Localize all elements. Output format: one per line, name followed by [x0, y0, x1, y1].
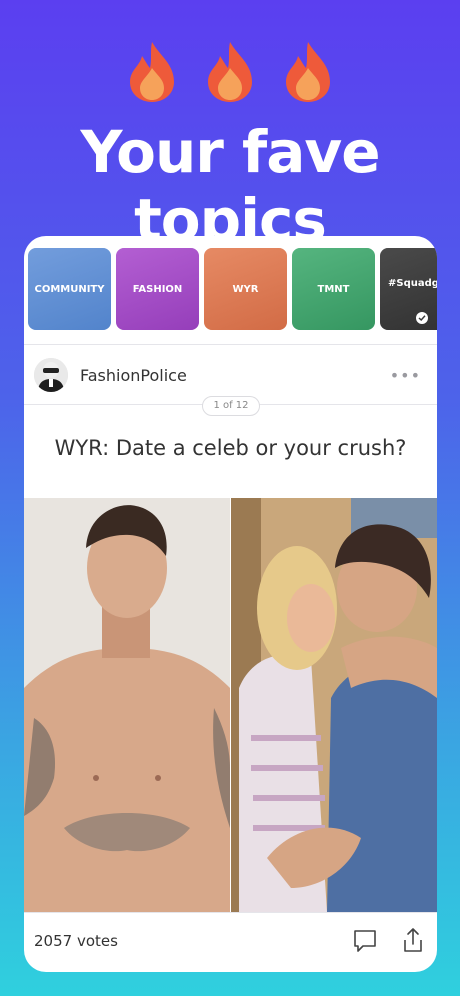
flame-icon [286, 42, 330, 102]
avatar[interactable] [34, 358, 68, 392]
more-icon[interactable]: ••• [390, 366, 421, 385]
divider [24, 912, 437, 913]
flames-row [0, 40, 460, 104]
topic-tmnt[interactable]: TMNT [292, 248, 375, 330]
option-left-image[interactable] [24, 498, 230, 912]
check-icon [416, 312, 428, 324]
topic-label: FASHION [132, 283, 183, 295]
vote-count: 2057 votes [34, 932, 118, 950]
poll-photos [24, 498, 437, 912]
flame-icon [208, 42, 252, 102]
post-question: WYR: Date a celeb or your crush? [54, 436, 407, 460]
flame-icon [130, 42, 174, 102]
topic-wyr[interactable]: WYR [204, 248, 287, 330]
topic-community[interactable]: COMMUNITY [28, 248, 111, 330]
topic-label: #Squadgoals [388, 278, 437, 289]
topic-label: TMNT [317, 283, 350, 295]
share-icon[interactable] [400, 926, 426, 954]
option-right-image[interactable] [231, 498, 437, 912]
topic-label: WYR [232, 283, 259, 295]
headline: Your fave topics [80, 118, 380, 254]
topics-carousel[interactable]: COMMUNITY FASHION WYR TMNT #Squadgoals [28, 248, 437, 330]
topic-squadgoals[interactable]: #Squadgoals [380, 248, 437, 330]
comment-icon[interactable] [352, 928, 378, 954]
topic-label: COMMUNITY [34, 283, 105, 295]
topic-fashion[interactable]: FASHION [116, 248, 199, 330]
divider [24, 344, 437, 345]
pager-indicator: 1 of 12 [202, 396, 260, 416]
post-card: COMMUNITY FASHION WYR TMNT #Squadgoals [24, 236, 437, 972]
post-username[interactable]: FashionPolice [80, 366, 187, 385]
